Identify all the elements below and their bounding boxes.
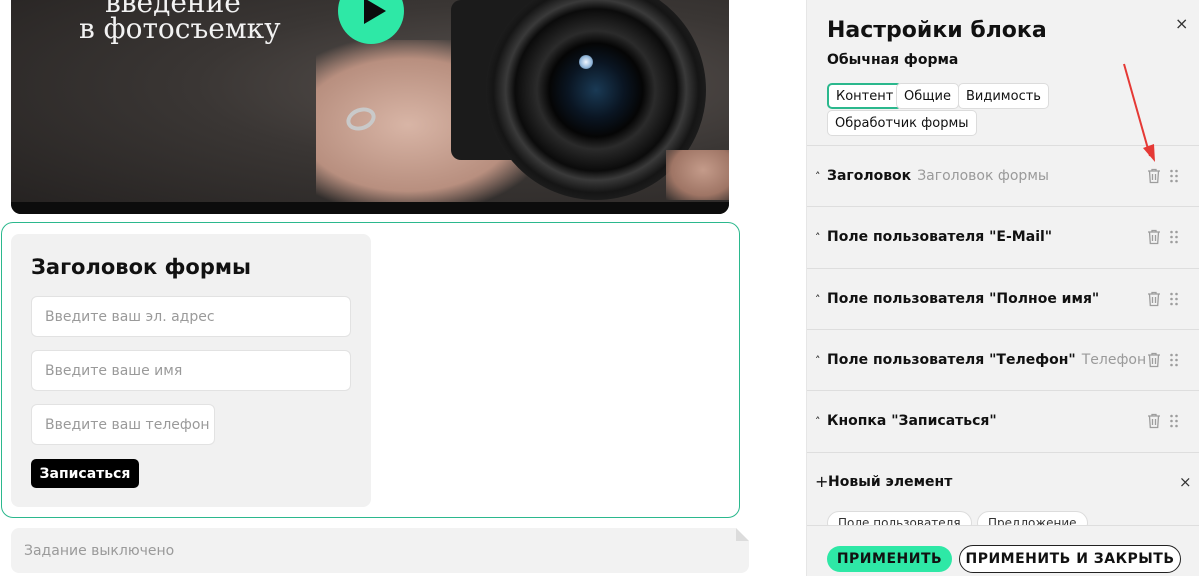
- tab-visibility[interactable]: Видимость: [958, 83, 1049, 109]
- caret-up-icon: ˄: [815, 230, 821, 244]
- item-label-text: Кнопка "Записаться": [827, 413, 997, 429]
- item-row-heading[interactable]: ˄ Заголовок Заголовок формы: [807, 145, 1199, 206]
- item-label-text: Поле пользователя "E-Mail": [827, 229, 1053, 245]
- trash-icon[interactable]: [1147, 229, 1161, 245]
- item-label: Кнопка "Записаться": [827, 413, 997, 429]
- item-label: Поле пользователя "Телефон" Телефон: [827, 352, 1146, 368]
- panel-footer: ПРИМЕНИТЬ ПРИМЕНИТЬ И ЗАКРЫТЬ: [807, 525, 1199, 576]
- trash-icon[interactable]: [1147, 413, 1161, 429]
- item-hint: Заголовок формы: [917, 168, 1049, 184]
- item-label-text: Заголовок: [827, 168, 912, 184]
- panel-title: Настройки блока: [827, 18, 1047, 43]
- plus-icon[interactable]: +: [815, 472, 828, 491]
- item-row-fullname[interactable]: ˄ Поле пользователя "Полное имя": [807, 268, 1199, 329]
- tab-content[interactable]: Контент: [827, 83, 903, 109]
- task-status-bar[interactable]: Задание выключено: [11, 528, 749, 573]
- panel-subtitle: Обычная форма: [827, 52, 959, 68]
- tab-form-handler[interactable]: Обработчик формы: [827, 110, 977, 136]
- caret-up-icon: ˄: [815, 414, 821, 428]
- apply-and-close-button[interactable]: ПРИМЕНИТЬ И ЗАКРЫТЬ: [959, 545, 1181, 573]
- caret-up-icon: ˄: [815, 292, 821, 306]
- task-status-text: Задание выключено: [24, 542, 175, 559]
- item-row-phone[interactable]: ˄ Поле пользователя "Телефон" Телефон: [807, 329, 1199, 390]
- video-thumbnail[interactable]: введение в фотосъемку: [11, 0, 729, 214]
- item-label-text: Поле пользователя "Телефон": [827, 352, 1076, 368]
- apply-button[interactable]: ПРИМЕНИТЬ: [827, 546, 952, 572]
- item-label: Поле пользователя "Полное имя": [827, 291, 1099, 307]
- new-element-section: + Новый элемент × Поле пользователя Пред…: [807, 452, 1199, 535]
- fingers-image: [666, 150, 729, 200]
- trash-icon[interactable]: [1147, 291, 1161, 307]
- trash-icon[interactable]: [1147, 352, 1161, 368]
- play-icon[interactable]: [338, 0, 404, 44]
- item-hint: Телефон: [1081, 352, 1147, 368]
- drag-handle-icon[interactable]: [1169, 169, 1179, 183]
- submit-button[interactable]: Записаться: [31, 459, 139, 488]
- drag-handle-icon[interactable]: [1169, 230, 1179, 244]
- phone-field[interactable]: Введите ваш телефон: [31, 404, 215, 445]
- page-fold-icon: [736, 528, 749, 541]
- form-title: Заголовок формы: [31, 255, 252, 279]
- tab-general[interactable]: Общие: [896, 83, 959, 109]
- close-icon[interactable]: ×: [1175, 14, 1188, 33]
- caret-up-icon: ˄: [815, 353, 821, 367]
- item-row-button[interactable]: ˄ Кнопка "Записаться": [807, 390, 1199, 451]
- email-field[interactable]: Введите ваш эл. адрес: [31, 296, 351, 337]
- drag-handle-icon[interactable]: [1169, 414, 1179, 428]
- video-caption-line1: введение: [105, 0, 241, 19]
- item-label: Поле пользователя "E-Mail": [827, 229, 1052, 245]
- video-caption: введение в фотосъемку: [79, 0, 281, 46]
- caret-up-icon: ˄: [815, 169, 821, 183]
- drag-handle-icon[interactable]: [1169, 353, 1179, 367]
- item-label-text: Поле пользователя "Полное имя": [827, 291, 1100, 307]
- block-settings-panel: Настройки блока Обычная форма × Контент …: [806, 0, 1199, 576]
- close-new-element-icon[interactable]: ×: [1179, 473, 1192, 491]
- video-bottom-bar: [11, 202, 729, 214]
- trash-icon[interactable]: [1147, 168, 1161, 184]
- lens-glint: [579, 55, 593, 69]
- page: введение в фотосъемку Заголовок формы Вв…: [0, 0, 1199, 576]
- drag-handle-icon[interactable]: [1169, 292, 1179, 306]
- item-row-email[interactable]: ˄ Поле пользователя "E-Mail": [807, 206, 1199, 267]
- new-element-label[interactable]: Новый элемент: [828, 474, 952, 490]
- name-field[interactable]: Введите ваше имя: [31, 350, 351, 391]
- item-label: Заголовок Заголовок формы: [827, 168, 1049, 184]
